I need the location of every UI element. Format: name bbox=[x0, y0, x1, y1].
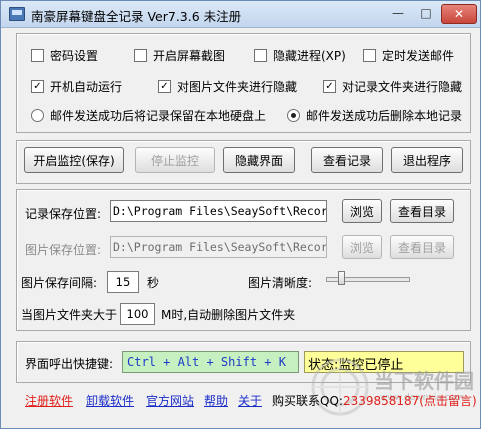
checkbox-password[interactable]: 密码设置 bbox=[31, 47, 98, 64]
checkbox-hide-image-folder[interactable]: ✓ 对图片文件夹进行隐藏 bbox=[158, 78, 297, 95]
checkbox-box bbox=[134, 49, 147, 62]
checkbox-label: 开启屏幕截图 bbox=[153, 49, 226, 63]
radio-selected-dot bbox=[291, 113, 296, 118]
contact-value[interactable]: 2339858187(点击留言) bbox=[343, 394, 477, 408]
interval-unit-label: 秒 bbox=[147, 276, 160, 290]
register-link[interactable]: 注册软件 bbox=[25, 392, 73, 409]
exit-button[interactable]: 退出程序 bbox=[391, 147, 463, 173]
check-icon: ✓ bbox=[158, 80, 171, 93]
contact-qq[interactable]: 购买联系QQ:2339858187(点击留言) bbox=[272, 392, 477, 409]
folder-limit-prefix: 当图片文件夹大于 bbox=[21, 308, 118, 322]
app-icon bbox=[9, 7, 25, 21]
checkbox-hide-process[interactable]: 隐藏进程(XP) bbox=[254, 47, 346, 64]
maximize-button[interactable]: □ bbox=[413, 4, 439, 22]
checkbox-label: 密码设置 bbox=[50, 49, 99, 63]
checkbox-autostart[interactable]: ✓ 开机自动运行 bbox=[31, 78, 122, 95]
watermark-brand: 当下软件园 bbox=[374, 369, 474, 393]
minimize-button[interactable]: — bbox=[385, 4, 411, 22]
hotkey-label: 界面呼出快捷键: bbox=[25, 357, 114, 371]
about-link[interactable]: 关于 bbox=[238, 392, 262, 409]
radio-label: 邮件发送成功后删除本地记录 bbox=[306, 109, 463, 123]
image-path-label: 图片保存位置: bbox=[25, 243, 102, 257]
checkbox-label: 对记录文件夹进行隐藏 bbox=[342, 80, 463, 94]
check-icon: ✓ bbox=[31, 80, 44, 93]
checkbox-box bbox=[31, 49, 44, 62]
record-path-field[interactable]: D:\Program Files\SeaySoft\Record bbox=[110, 200, 327, 222]
clarity-slider-thumb[interactable] bbox=[338, 271, 345, 285]
close-button[interactable]: ✕ bbox=[441, 4, 477, 24]
record-view-dir-button[interactable]: 查看目录 bbox=[390, 199, 454, 223]
record-browse-button[interactable]: 浏览 bbox=[342, 199, 382, 223]
image-path-field[interactable]: D:\Program Files\SeaySoft\Record bbox=[110, 236, 327, 258]
checkbox-box bbox=[254, 49, 267, 62]
checkbox-label: 定时发送邮件 bbox=[382, 49, 455, 63]
hide-ui-button[interactable]: 隐藏界面 bbox=[223, 147, 295, 173]
checkbox-label: 隐藏进程(XP) bbox=[273, 49, 346, 63]
image-clarity-label: 图片清晰度: bbox=[248, 276, 313, 290]
help-link[interactable]: 帮助 bbox=[204, 392, 228, 409]
radio-label: 邮件发送成功后将记录保留在本地硬盘上 bbox=[50, 109, 267, 123]
hotkey-field[interactable]: Ctrl + Alt + Shift + K bbox=[122, 351, 299, 373]
main-window: 南豪屏幕键盘全记录 Ver7.3.6 未注册 — □ ✕ 密码设置 开启屏幕截图… bbox=[0, 0, 481, 429]
stop-monitor-button[interactable]: 停止监控 bbox=[135, 147, 215, 173]
image-interval-label: 图片保存间隔: bbox=[21, 276, 98, 290]
start-monitor-button[interactable]: 开启监控(保存) bbox=[24, 147, 124, 173]
window-title: 南豪屏幕键盘全记录 Ver7.3.6 未注册 bbox=[31, 9, 242, 24]
checkbox-screenshot[interactable]: 开启屏幕截图 bbox=[134, 47, 225, 64]
checkbox-label: 对图片文件夹进行隐藏 bbox=[177, 80, 298, 94]
image-browse-button[interactable]: 浏览 bbox=[342, 235, 382, 259]
check-icon: ✓ bbox=[323, 80, 336, 93]
uninstall-link[interactable]: 卸载软件 bbox=[86, 392, 134, 409]
checkbox-hide-record-folder[interactable]: ✓ 对记录文件夹进行隐藏 bbox=[323, 78, 462, 95]
image-interval-input[interactable]: 15 bbox=[107, 271, 139, 293]
view-records-button[interactable]: 查看记录 bbox=[311, 147, 383, 173]
folder-limit-suffix: M时,自动删除图片文件夹 bbox=[161, 308, 296, 322]
contact-label: 购买联系QQ: bbox=[272, 394, 343, 408]
radio-delete-records[interactable]: 邮件发送成功后删除本地记录 bbox=[287, 107, 462, 124]
radio-circle bbox=[31, 109, 44, 122]
folder-limit-input[interactable]: 100 bbox=[120, 303, 155, 325]
checkbox-timed-email[interactable]: 定时发送邮件 bbox=[363, 47, 454, 64]
radio-keep-records[interactable]: 邮件发送成功后将记录保留在本地硬盘上 bbox=[31, 107, 266, 124]
radio-circle bbox=[287, 109, 300, 122]
title-bar[interactable]: 南豪屏幕键盘全记录 Ver7.3.6 未注册 — □ ✕ bbox=[1, 1, 480, 28]
checkbox-label: 开机自动运行 bbox=[50, 80, 123, 94]
image-view-dir-button[interactable]: 查看目录 bbox=[390, 235, 454, 259]
website-link[interactable]: 官方网站 bbox=[146, 392, 194, 409]
record-path-label: 记录保存位置: bbox=[25, 207, 102, 221]
checkbox-box bbox=[363, 49, 376, 62]
